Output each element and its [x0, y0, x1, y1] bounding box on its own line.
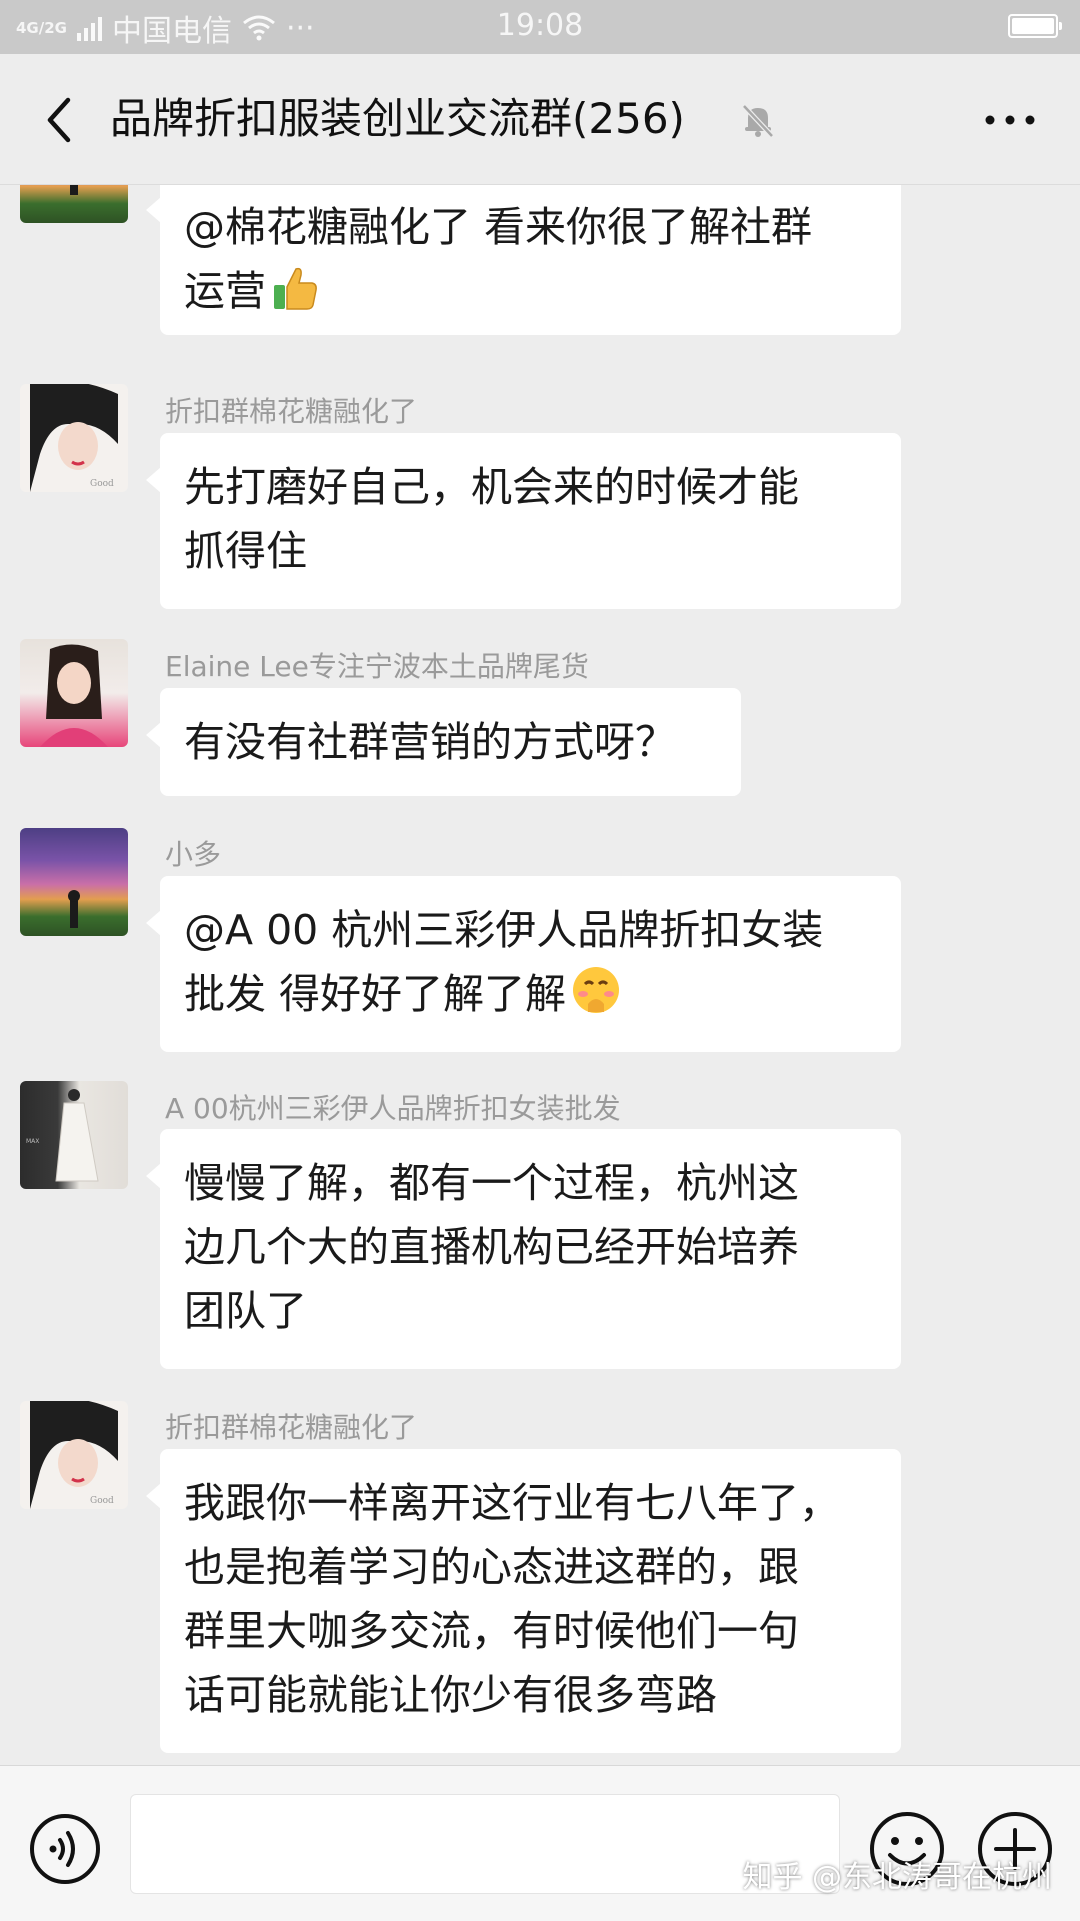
- sender-name: A 00杭州三彩伊人品牌折扣女装批发: [165, 1092, 621, 1125]
- thumbs-up-icon: [274, 267, 317, 310]
- battery-icon: [1008, 14, 1062, 38]
- avatar-image: Good: [30, 384, 118, 492]
- message-line: @A 00 杭州三彩伊人品牌折扣女装: [184, 906, 824, 954]
- message-line: 有没有社群营销的方式呀？: [184, 718, 676, 766]
- message-bubble[interactable]: 我跟你一样离开这行业有七八年了， 也是抱着学习的心态进这群的，跟 群里大咖多交流…: [146, 1449, 901, 1753]
- watermark: 知乎 @东北涛哥在杭州: [742, 1860, 1052, 1895]
- sender-name: 小多: [165, 838, 222, 871]
- svg-text:Good: Good: [90, 1496, 114, 1506]
- message-line: 边几个大的直播机构已经开始培养: [184, 1223, 799, 1271]
- avatar[interactable]: [20, 185, 128, 223]
- avatar[interactable]: [20, 828, 128, 936]
- avatar-image: [68, 890, 80, 928]
- avatar[interactable]: [20, 639, 128, 747]
- message-line: 运营: [184, 259, 877, 323]
- clock: 19:08: [496, 8, 584, 43]
- avatar[interactable]: MAX: [20, 1081, 128, 1189]
- svg-text:MAX: MAX: [26, 1138, 39, 1145]
- message-input[interactable]: [130, 1794, 840, 1894]
- status-bar: 4G/2G 中国电信 ··· 19:08: [0, 0, 1080, 54]
- avatar-image: [40, 644, 108, 747]
- sender-name: Elaine Lee专注宁波本土品牌尾货: [165, 650, 589, 683]
- voice-input-icon[interactable]: [28, 1812, 102, 1886]
- avatar-image: Good: [30, 1401, 118, 1509]
- message-line: 群里大咖多交流，有时候他们一句: [184, 1607, 799, 1655]
- message-line: 也是抱着学习的心态进这群的，跟: [184, 1543, 799, 1591]
- chat-header: 品牌折扣服装创业交流群(256): [0, 54, 1080, 185]
- avatar[interactable]: Good: [20, 384, 128, 492]
- message-line: 批发 得好好了解了解: [184, 962, 877, 1026]
- more-options-icon[interactable]: [980, 110, 1040, 130]
- message-bubble[interactable]: 有没有社群营销的方式呀？: [146, 688, 741, 796]
- message-bubble[interactable]: 慢慢了解，都有一个过程，杭州这 边几个大的直播机构已经开始培养 团队了: [146, 1129, 901, 1369]
- avatar-image: [70, 185, 78, 195]
- message-line: 先打磨好自己，机会来的时候才能: [184, 463, 799, 511]
- message-list[interactable]: @棉花糖融化了 看来你很了解社群 运营 Good 折扣群棉花糖融化了 先打磨好自…: [0, 185, 1080, 1765]
- svg-text:Good: Good: [90, 479, 114, 489]
- message-bubble[interactable]: @A 00 杭州三彩伊人品牌折扣女装 批发 得好好了解了解: [146, 876, 901, 1052]
- message-line: 话可能就能让你少有很多弯路: [184, 1671, 717, 1719]
- sender-name: 折扣群棉花糖融化了: [165, 1411, 418, 1444]
- sender-name: 折扣群棉花糖融化了: [165, 395, 418, 428]
- group-title: 品牌折扣服装创业交流群(256): [110, 94, 685, 143]
- avatar-image: MAX: [26, 1089, 99, 1182]
- muted-bell-icon: [742, 104, 774, 138]
- message-bubble[interactable]: @棉花糖融化了 看来你很了解社群 运营: [146, 185, 901, 335]
- avatar[interactable]: Good: [20, 1401, 128, 1509]
- input-bar: 知乎 @东北涛哥在杭州: [0, 1765, 1080, 1921]
- message-line: @棉花糖融化了 看来你很了解社群: [184, 203, 813, 251]
- message-line: 抓得住: [184, 527, 307, 575]
- message-line: 我跟你一样离开这行业有七八年了，: [184, 1479, 840, 1527]
- message-line: 慢慢了解，都有一个过程，杭州这: [184, 1159, 799, 1207]
- message-line: 团队了: [184, 1287, 307, 1335]
- back-arrow-icon[interactable]: [38, 96, 86, 144]
- message-bubble[interactable]: 先打磨好自己，机会来的时候才能 抓得住: [146, 433, 901, 609]
- giggle-face-icon: [573, 967, 620, 1013]
